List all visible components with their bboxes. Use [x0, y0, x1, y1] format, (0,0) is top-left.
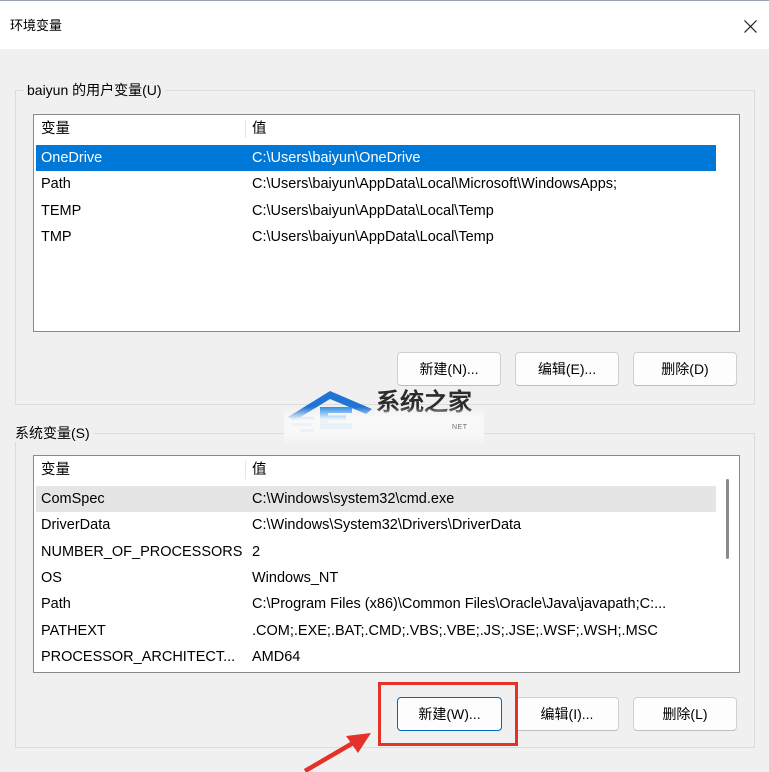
user-variables-list[interactable]: 变量 值 OneDrive C:\Users\baiyun\OneDrive P…: [33, 114, 740, 332]
variable-name-cell: OS: [41, 569, 62, 586]
user-delete-button[interactable]: 删除(D): [633, 352, 737, 386]
variable-value-cell: C:\Users\baiyun\OneDrive: [252, 150, 421, 166]
scrollbar-thumb[interactable]: [726, 479, 729, 559]
window-title: 环境变量: [10, 18, 63, 33]
watermark-subtext: NET: [452, 424, 468, 431]
user-variables-group: baiyun 的用户变量(U) 变量 值 OneDrive C:\Users\b…: [15, 81, 755, 405]
variable-name-cell: ComSpec: [41, 491, 105, 507]
system-variables-group: 系统变量(S) 变量 值 ComSpec C:\Windows\system32…: [12, 424, 755, 748]
list-header: 变量 值: [34, 456, 739, 484]
system-variables-list[interactable]: 变量 值 ComSpec C:\Windows\system32\cmd.exe…: [33, 455, 740, 673]
list-header: 变量 值: [34, 115, 739, 143]
variable-value-cell: 2: [252, 543, 261, 560]
system-new-button[interactable]: 新建(W)...: [397, 697, 502, 731]
column-header-value[interactable]: 值: [252, 456, 267, 484]
variable-value-cell: Windows_NT: [252, 569, 339, 586]
table-row[interactable]: PROCESSOR_ARCHITECT... AMD64: [36, 644, 716, 670]
variable-name-cell: Path: [41, 176, 71, 193]
table-row[interactable]: Path C:\Users\baiyun\AppData\Local\Micro…: [36, 171, 716, 197]
system-variables-group-label: 系统变量(S): [12, 424, 93, 442]
table-row[interactable]: Path C:\Program Files (x86)\Common Files…: [36, 591, 716, 617]
close-button[interactable]: [731, 6, 769, 46]
table-row[interactable]: PATHEXT .COM;.EXE;.BAT;.CMD;.VBS;.VBE;.J…: [36, 618, 716, 644]
variable-name-cell: PROCESSOR_ARCHITECT...: [41, 648, 236, 665]
column-header-variable[interactable]: 变量: [41, 456, 70, 484]
variable-name-cell: Path: [41, 596, 71, 613]
variable-value-cell: AMD64: [252, 648, 301, 665]
variable-value-cell: C:\Windows\System32\Drivers\DriverData: [252, 517, 522, 534]
vertical-scrollbar[interactable]: [720, 456, 738, 672]
variable-value-cell: C:\Users\baiyun\AppData\Local\Temp: [252, 228, 494, 245]
variable-name-cell: TMP: [41, 228, 72, 245]
column-header-value[interactable]: 值: [252, 115, 267, 143]
table-row[interactable]: TMP C:\Users\baiyun\AppData\Local\Temp: [36, 224, 716, 250]
variable-name-cell: DriverData: [41, 517, 111, 534]
system-delete-button[interactable]: 删除(L): [633, 697, 737, 731]
table-row[interactable]: TEMP C:\Users\baiyun\AppData\Local\Temp: [36, 198, 716, 224]
variable-name-cell: TEMP: [41, 202, 82, 219]
table-row[interactable]: ComSpec C:\Windows\system32\cmd.exe: [36, 486, 716, 513]
variable-value-cell: C:\Users\baiyun\AppData\Local\Microsoft\…: [252, 176, 618, 193]
table-row[interactable]: NUMBER_OF_PROCESSORS 2: [36, 539, 716, 565]
table-row[interactable]: OneDrive C:\Users\baiyun\OneDrive: [36, 145, 716, 172]
user-variables-group-label: baiyun 的用户变量(U): [24, 81, 165, 99]
variable-value-cell: .COM;.EXE;.BAT;.CMD;.VBS;.VBE;.JS;.JSE;.…: [252, 622, 658, 639]
variable-name-cell: OneDrive: [41, 150, 103, 166]
user-edit-button[interactable]: 编辑(E)...: [515, 352, 619, 386]
variable-value-cell: C:\Windows\system32\cmd.exe: [252, 491, 455, 507]
variable-value-cell: C:\Users\baiyun\AppData\Local\Temp: [252, 202, 494, 219]
column-header-variable[interactable]: 变量: [41, 115, 70, 143]
close-icon: [743, 19, 757, 33]
variable-name-cell: PATHEXT: [41, 622, 106, 639]
variable-name-cell: NUMBER_OF_PROCESSORS: [41, 543, 243, 560]
user-new-button[interactable]: 新建(N)...: [397, 352, 501, 386]
column-separator[interactable]: [245, 461, 246, 479]
column-separator[interactable]: [245, 120, 246, 138]
system-edit-button[interactable]: 编辑(I)...: [515, 697, 619, 731]
variable-value-cell: C:\Program Files (x86)\Common Files\Orac…: [252, 596, 667, 613]
title-bar[interactable]: 环境变量: [0, 1, 769, 49]
environment-variables-dialog: 环境变量 baiyun 的用户变量(U) 变量 值 OneDrive C:\Us…: [0, 0, 769, 772]
table-row[interactable]: DriverData C:\Windows\System32\Drivers\D…: [36, 512, 716, 538]
table-row[interactable]: OS Windows_NT: [36, 565, 716, 591]
